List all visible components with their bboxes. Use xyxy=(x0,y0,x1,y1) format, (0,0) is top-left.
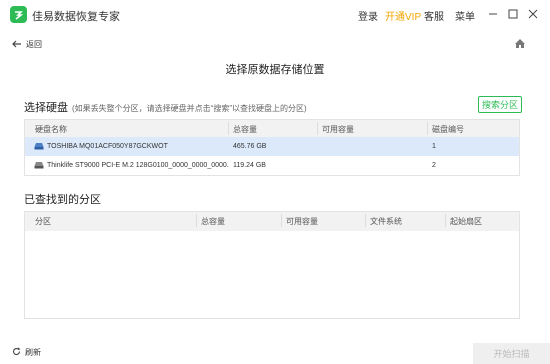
minimize-icon[interactable] xyxy=(486,7,500,21)
refresh-icon xyxy=(12,347,21,358)
disks-section-title: 选择硬盘 (如果丢失整个分区，请选择硬盘并点击“搜索”以查找硬盘上的分区) xyxy=(24,99,307,115)
close-icon[interactable] xyxy=(526,7,540,21)
service-link[interactable]: 客服 xyxy=(424,8,444,23)
col-total[interactable]: 总容量 xyxy=(201,216,225,227)
app-title: 佳易数据恢复专家 xyxy=(32,11,120,23)
table-row[interactable]: TOSHIBA MQ01ACF050Y87GCKWOT 465.76 GB 1 xyxy=(25,137,519,156)
disks-table-header: 硬盘名称 总容量 可用容量 磁盘编号 xyxy=(25,120,519,137)
refresh-label: 刷新 xyxy=(25,348,41,357)
col-start-sector[interactable]: 起始扇区 xyxy=(450,216,482,227)
hard-disk-icon xyxy=(34,161,44,171)
nav-bar: 返回 xyxy=(0,30,550,56)
refresh-button[interactable]: 刷新 xyxy=(12,347,41,358)
disk-name: Thinklife ST9000 PCI-E M.2 128G0100_0000… xyxy=(47,162,229,169)
back-label: 返回 xyxy=(26,40,42,49)
disk-total: 465.76 GB xyxy=(233,143,267,150)
start-scan-button[interactable]: 开始扫描 xyxy=(473,343,550,364)
col-total[interactable]: 总容量 xyxy=(233,124,257,135)
menu-link[interactable]: 菜单 xyxy=(455,8,475,23)
disk-number: 2 xyxy=(432,162,436,169)
partitions-section-title: 已查找到的分区 xyxy=(24,194,101,206)
col-disk-number[interactable]: 磁盘编号 xyxy=(432,124,464,135)
search-partitions-button[interactable]: 搜索分区 xyxy=(478,96,522,113)
table-row[interactable]: Thinklife ST9000 PCI-E M.2 128G0100_0000… xyxy=(25,156,519,175)
login-link[interactable]: 登录 xyxy=(358,8,378,23)
col-free[interactable]: 可用容量 xyxy=(286,216,318,227)
disk-number: 1 xyxy=(432,143,436,150)
partitions-table: 分区 总容量 可用容量 文件系统 起始扇区 xyxy=(24,211,520,319)
disks-title: 选择硬盘 xyxy=(24,102,68,114)
disk-total: 119.24 GB xyxy=(233,162,266,169)
col-disk-name[interactable]: 硬盘名称 xyxy=(35,124,67,135)
disks-hint: (如果丢失整个分区，请选择硬盘并点击“搜索”以查找硬盘上的分区) xyxy=(72,104,307,113)
page-title: 选择原数据存储位置 xyxy=(225,64,325,76)
partitions-table-body xyxy=(25,231,519,318)
home-icon[interactable] xyxy=(514,38,526,52)
partitions-table-header: 分区 总容量 可用容量 文件系统 起始扇区 xyxy=(25,212,519,231)
col-free[interactable]: 可用容量 xyxy=(322,124,354,135)
disks-table: 硬盘名称 总容量 可用容量 磁盘编号 TOSHIBA MQ01ACF050Y87… xyxy=(24,119,520,176)
col-partition[interactable]: 分区 xyxy=(35,216,51,227)
disk-name: TOSHIBA MQ01ACF050Y87GCKWOT xyxy=(47,143,168,150)
arrow-left-icon xyxy=(12,40,22,50)
bottom-bar: 刷新 xyxy=(0,339,550,364)
col-filesystem[interactable]: 文件系统 xyxy=(370,216,402,227)
back-button[interactable]: 返回 xyxy=(12,39,42,50)
maximize-icon[interactable] xyxy=(506,7,520,21)
hard-disk-icon xyxy=(34,142,44,152)
app-logo-icon xyxy=(10,6,27,23)
vip-link[interactable]: 开通VIP xyxy=(385,8,421,23)
title-bar: 佳易数据恢复专家 登录 开通VIP 客服 菜单 xyxy=(0,0,550,30)
